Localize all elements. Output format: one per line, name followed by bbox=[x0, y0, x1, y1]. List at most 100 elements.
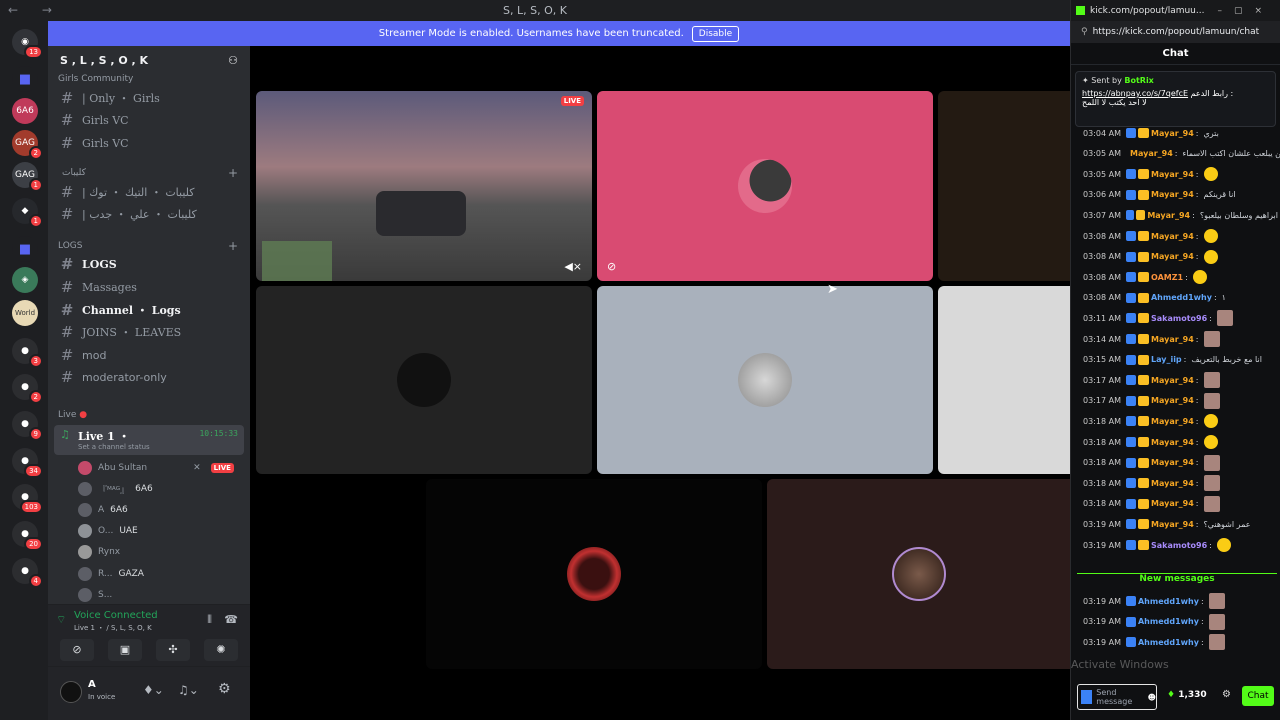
emote-picker-icon[interactable]: ☻ bbox=[1148, 693, 1156, 702]
soundboard-icon[interactable]: ✺ bbox=[204, 639, 238, 661]
chat-message[interactable]: 03:17 AM Mayar_94: bbox=[1083, 371, 1278, 389]
message-user[interactable]: Sakamoto96 bbox=[1151, 314, 1207, 323]
message-user[interactable]: Mayar_94 bbox=[1151, 252, 1194, 261]
message-user[interactable]: Sakamoto96 bbox=[1151, 541, 1207, 550]
message-user[interactable]: Ahmedd1why bbox=[1151, 293, 1212, 302]
participant-tile[interactable]: ⊘ bbox=[597, 91, 933, 281]
channel-item[interactable]: # Girls VC bbox=[60, 110, 244, 130]
volume-mute-icon[interactable]: ◀× bbox=[564, 260, 582, 273]
channel-item[interactable]: # | كليبات ・ التيك ・ توك bbox=[60, 182, 244, 202]
microphone-icon[interactable]: ♦⌄ bbox=[143, 683, 164, 697]
message-user[interactable]: Mayar_94 bbox=[1151, 190, 1194, 199]
activities-icon[interactable]: ✣ bbox=[156, 639, 190, 661]
chat-message[interactable]: 03:08 AM Mayar_94: bbox=[1083, 227, 1278, 245]
address-bar[interactable]: ⚲ https://kick.com/popout/lamuun/chat bbox=[1071, 21, 1280, 43]
message-user[interactable]: Lay_iip bbox=[1151, 355, 1182, 364]
chat-message[interactable]: 03:07 AM Mayar_94: ابراهيم وسلطان بيلعبو؟ bbox=[1083, 206, 1278, 224]
message-user[interactable]: Ahmedd1why bbox=[1138, 617, 1199, 626]
disable-button[interactable]: Disable bbox=[691, 25, 740, 42]
message-user[interactable]: Ahmedd1why bbox=[1138, 597, 1199, 606]
chat-settings-icon[interactable]: ⚙ bbox=[1222, 689, 1231, 700]
server-icon[interactable]: 6A6 bbox=[12, 98, 38, 124]
voice-user[interactable]: O... UAE bbox=[78, 521, 138, 541]
chat-message[interactable]: 03:18 AM Mayar_94: bbox=[1083, 454, 1278, 472]
settings-gear-icon[interactable]: ⚙ bbox=[218, 681, 231, 697]
chat-send-button[interactable]: Chat bbox=[1242, 686, 1274, 706]
channel-item[interactable]: # | Only ・ Girls bbox=[60, 88, 244, 108]
channel-item[interactable]: # moderator-only bbox=[60, 367, 244, 387]
chat-message[interactable]: 03:19 AM Ahmedd1why: bbox=[1083, 592, 1278, 610]
chat-message[interactable]: 03:04 AM Mayar_94: بتري bbox=[1083, 124, 1278, 142]
message-user[interactable]: Mayar_94 bbox=[1151, 376, 1194, 385]
window-controls-icon[interactable]: –▢× bbox=[1217, 6, 1274, 16]
stream-off-icon[interactable]: ⊘ bbox=[607, 260, 616, 273]
message-user[interactable]: Ahmedd1why bbox=[1138, 638, 1199, 647]
message-user[interactable]: Mayar_94 bbox=[1151, 170, 1194, 179]
voice-user[interactable]: Abu Sultan ✕ LIVE bbox=[78, 458, 234, 478]
channel-item[interactable]: # Girls VC bbox=[60, 133, 244, 153]
voice-user[interactable]: Rynx bbox=[78, 542, 120, 562]
chat-message[interactable]: 03:08 AM Ahmedd1why:١ bbox=[1083, 289, 1278, 307]
server-icon[interactable]: ◆ 1 bbox=[12, 198, 43, 228]
chat-message[interactable]: 03:19 AM Ahmedd1why: bbox=[1083, 613, 1278, 631]
site-info-icon[interactable]: ⚲ bbox=[1081, 27, 1088, 37]
chat-message[interactable]: 03:19 AM Ahmedd1why: bbox=[1083, 633, 1278, 651]
chat-message[interactable]: 03:17 AM Mayar_94: bbox=[1083, 392, 1278, 410]
chat-message[interactable]: 03:15 AM Lay_iip: انا مع خربط بالتعريف bbox=[1083, 351, 1278, 369]
server-icon[interactable]: ● 4 bbox=[12, 558, 43, 588]
message-user[interactable]: Mayar_94 bbox=[1151, 232, 1194, 241]
channel-item[interactable]: # LOGS bbox=[60, 254, 244, 274]
folder-icon[interactable]: ■ bbox=[12, 66, 38, 92]
chat-message[interactable]: 03:19 AM Sakamoto96: bbox=[1083, 536, 1278, 554]
voice-location[interactable]: Live 1 ・ / S, L, S, O, K bbox=[74, 623, 152, 633]
chat-message[interactable]: 03:08 AM OAMZ1: bbox=[1083, 268, 1278, 286]
server-icon[interactable]: GAG 1 bbox=[12, 162, 43, 192]
message-user[interactable]: Mayar_94 bbox=[1151, 499, 1194, 508]
avatar[interactable] bbox=[60, 681, 82, 703]
channel-item[interactable]: # Massages bbox=[60, 277, 244, 297]
server-icon[interactable]: ● 2 bbox=[12, 374, 43, 404]
voice-user[interactable]: A 6A6 bbox=[78, 500, 128, 520]
server-icon[interactable]: ● 103 bbox=[12, 484, 43, 514]
category-header[interactable]: كليبات bbox=[62, 168, 86, 178]
channel-item[interactable]: # JOINS ・ LEAVES bbox=[60, 322, 244, 342]
channel-item[interactable]: # Channel ・ Logs bbox=[60, 300, 244, 320]
server-icon[interactable]: ● 9 bbox=[12, 411, 43, 441]
channel-status[interactable]: Set a channel status bbox=[78, 443, 150, 451]
server-icon[interactable]: ◈ bbox=[12, 267, 38, 293]
chat-message[interactable]: 03:18 AM Mayar_94: bbox=[1083, 433, 1278, 451]
add-channel-icon[interactable]: + bbox=[228, 166, 238, 180]
category-header[interactable]: Live ● bbox=[58, 410, 87, 420]
headphones-icon[interactable]: ♫⌄ bbox=[178, 683, 199, 697]
chat-message[interactable]: 03:19 AM Mayar_94: عمر اشوهني؟ bbox=[1083, 515, 1278, 533]
channel-item[interactable]: # | كليبات ・ علي ・ جدب bbox=[60, 204, 244, 224]
message-user[interactable]: Mayar_94 bbox=[1151, 396, 1194, 405]
chat-message[interactable]: 03:14 AM Mayar_94: bbox=[1083, 330, 1278, 348]
server-icon[interactable]: ● 20 bbox=[12, 521, 43, 551]
add-member-icon[interactable]: ⚇ bbox=[228, 54, 238, 68]
stream-tile[interactable]: LIVE ◀× bbox=[256, 91, 592, 281]
disconnect-icon[interactable]: ☎ bbox=[224, 613, 238, 626]
message-user[interactable]: Mayar_94 bbox=[1151, 479, 1194, 488]
participant-tile[interactable] bbox=[938, 286, 1070, 474]
folder-icon[interactable]: ■ bbox=[12, 236, 38, 262]
participant-tile[interactable] bbox=[767, 479, 1070, 669]
noise-suppression-icon[interactable]: ⦀ bbox=[207, 613, 212, 627]
voice-channel-live[interactable]: ♫ Live 1 ・ 10:15:33 Set a channel status bbox=[54, 425, 244, 455]
message-user[interactable]: Mayar_94 bbox=[1151, 129, 1194, 138]
message-user[interactable]: Mayar_94 bbox=[1130, 149, 1173, 158]
chat-input[interactable]: Send message ☻ bbox=[1077, 684, 1157, 710]
message-user[interactable]: Mayar_94 bbox=[1151, 520, 1194, 529]
participant-tile[interactable] bbox=[256, 286, 592, 474]
pinned-message[interactable]: ✦ Sent by BotRix https://abnpay.co/s/7qe… bbox=[1075, 71, 1276, 127]
direct-messages-icon[interactable]: ◉ 13 bbox=[12, 29, 43, 59]
pinned-link[interactable]: https://abnpay.co/s/7qefcE bbox=[1082, 89, 1188, 98]
channel-item[interactable]: # mod bbox=[60, 345, 244, 365]
participant-tile[interactable] bbox=[597, 286, 933, 474]
message-user[interactable]: Mayar_94 bbox=[1151, 438, 1194, 447]
server-icon[interactable]: ● 3 bbox=[12, 338, 43, 368]
voice-user[interactable]: R... GAZA bbox=[78, 564, 144, 584]
chat-message[interactable]: 03:05 AMMayar_94:قولولي مين يبلعب علشان … bbox=[1083, 145, 1280, 163]
chat-message[interactable]: 03:18 AM Mayar_94: bbox=[1083, 412, 1278, 430]
chat-message[interactable]: 03:18 AM Mayar_94: bbox=[1083, 474, 1278, 492]
